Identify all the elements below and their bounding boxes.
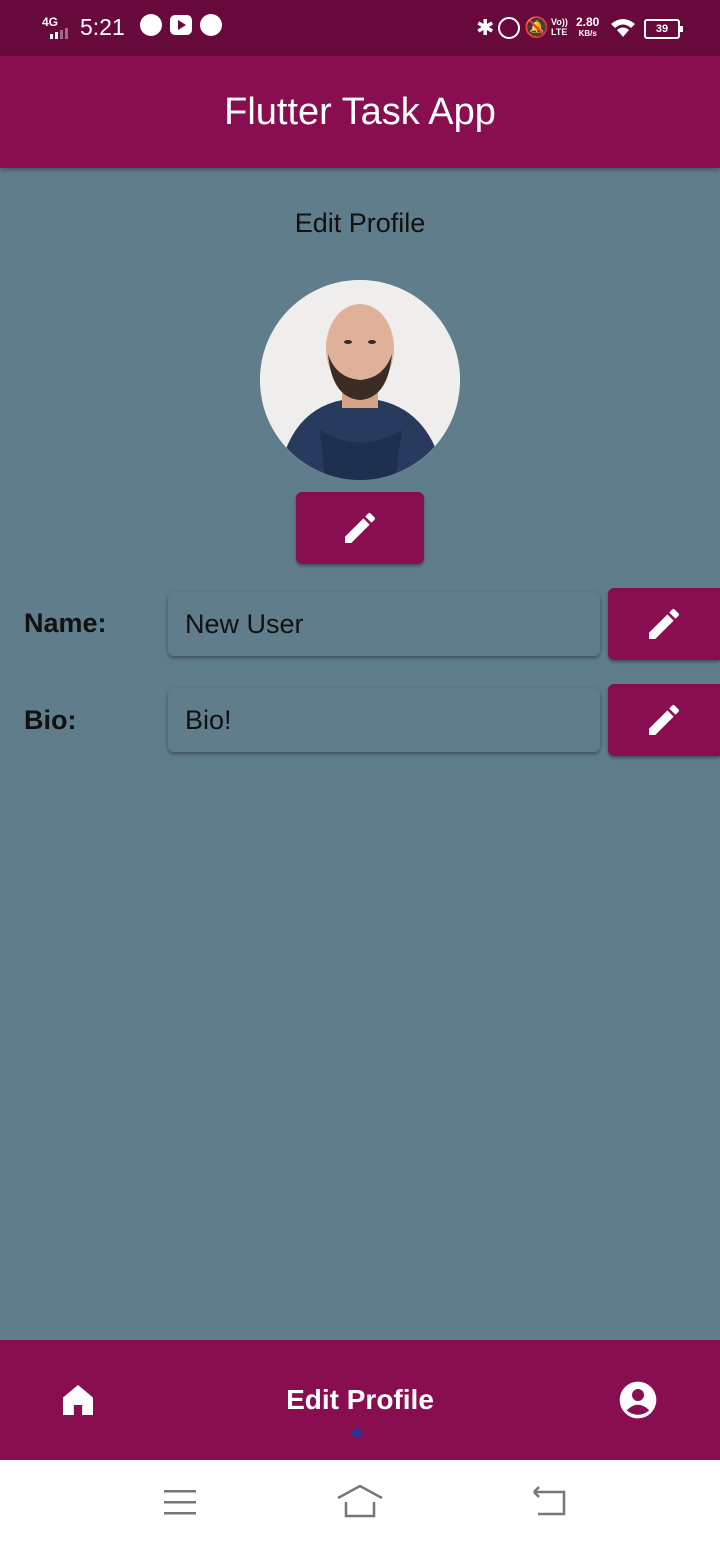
nav-item-edit-profile[interactable]: Edit Profile (0, 1384, 720, 1416)
bluetooth-icon: ✱ (476, 15, 495, 40)
network-type: 4G (42, 15, 59, 29)
back-icon[interactable] (526, 1480, 574, 1524)
app-title: Flutter Task App (224, 90, 496, 133)
notification-icons (140, 14, 222, 36)
volte-indicator: Vo)) LTE (551, 17, 568, 37)
status-bar: 4G 5:21 ✱ 🔕 Vo)) LTE 2.80 KB/s 39 (0, 0, 720, 56)
battery-icon: 39 (644, 19, 683, 39)
edit-name-button[interactable] (608, 588, 720, 660)
account-circle-icon[interactable] (618, 1380, 658, 1420)
app-bar: Flutter Task App (0, 56, 720, 168)
bottom-navigation: Edit Profile (0, 1340, 720, 1460)
youtube-icon (170, 15, 192, 35)
wifi-icon (611, 19, 635, 37)
leaf-app-icon (200, 14, 222, 36)
status-time: 5:21 (80, 14, 125, 40)
network-speed: 2.80 KB/s (576, 15, 599, 38)
name-label: Name: (24, 608, 107, 638)
edit-avatar-button[interactable] (296, 492, 424, 564)
system-home-icon[interactable] (336, 1480, 384, 1524)
message-icon (140, 14, 162, 36)
nav-selected-indicator (352, 1428, 362, 1438)
bio-label: Bio: (24, 705, 77, 735)
signal-icon (50, 28, 68, 39)
page-title: Edit Profile (294, 208, 426, 238)
network-speed-value: 2.80 (576, 15, 600, 29)
network-speed-unit: KB/s (578, 29, 597, 38)
menu-icon[interactable] (156, 1480, 204, 1524)
system-navigation-bar (0, 1460, 720, 1544)
name-field[interactable]: New User (168, 592, 600, 656)
pencil-icon (649, 608, 680, 639)
alarm-icon (498, 17, 520, 39)
pencil-icon (345, 512, 376, 543)
edit-profile-page: Edit Profile Name: New User Bio: Bio! (0, 168, 720, 1340)
edit-bio-button[interactable] (608, 684, 720, 756)
pencil-icon (649, 704, 680, 735)
profile-avatar (260, 280, 460, 480)
mute-icon: 🔕 (524, 17, 549, 39)
bio-field[interactable]: Bio! (168, 688, 600, 752)
profile-photo (260, 280, 460, 480)
